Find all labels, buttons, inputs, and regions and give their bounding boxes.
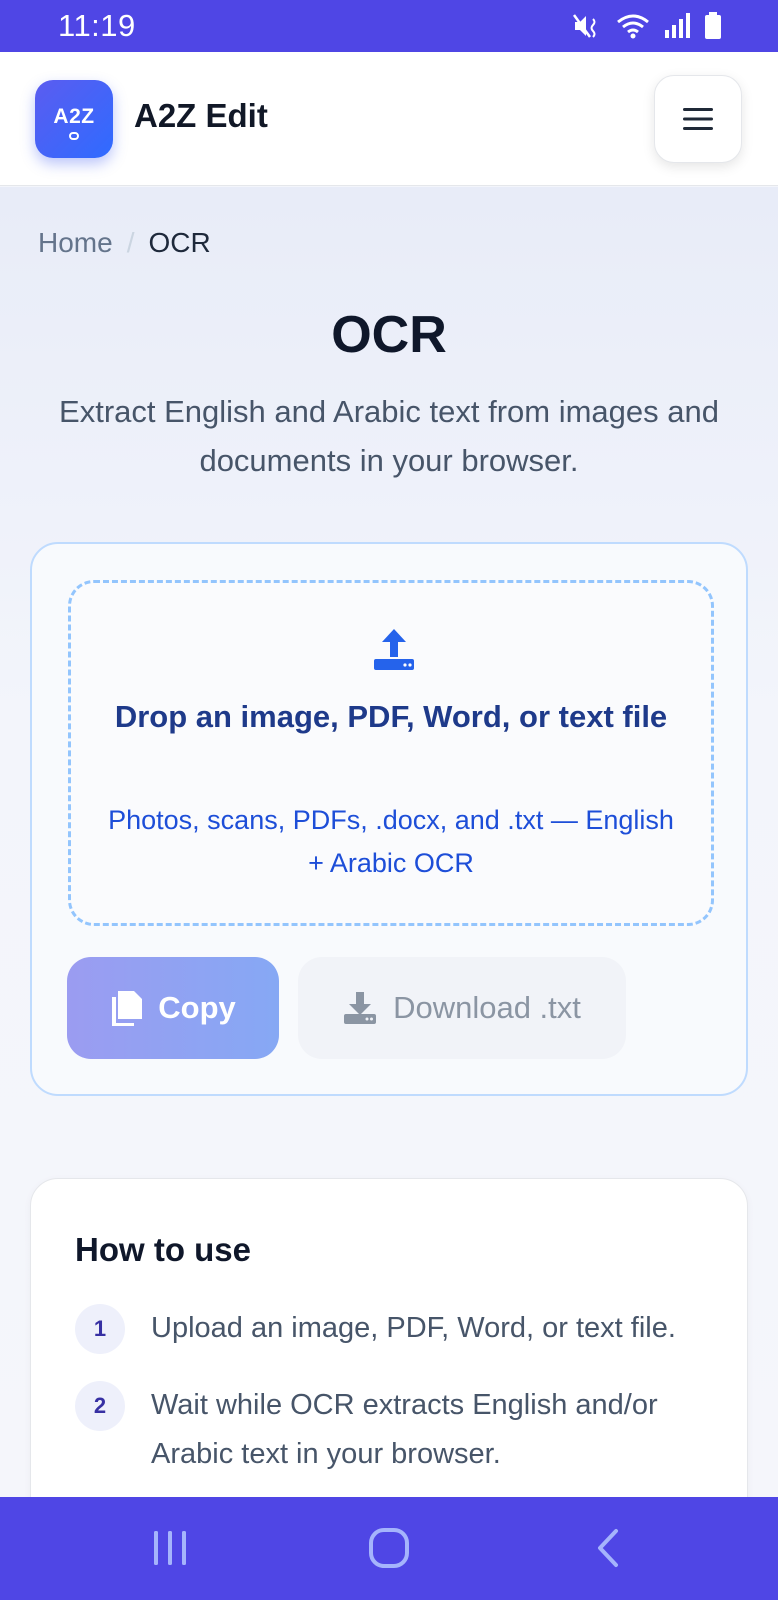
wifi-icon [617, 14, 649, 39]
step-number: 2 [75, 1381, 125, 1431]
hamburger-menu-icon [683, 108, 713, 130]
list-item: 1 Upload an image, PDF, Word, or text fi… [75, 1304, 715, 1364]
signal-icon [665, 13, 690, 38]
copy-button-label: Copy [158, 990, 236, 1025]
breadcrumb-home-link[interactable]: Home [38, 227, 113, 259]
dropzone-title: Drop an image, PDF, Word, or text file [114, 699, 668, 734]
copy-icon [112, 991, 143, 1026]
logo-mark-icon [69, 132, 79, 140]
mute-vibrate-icon [572, 14, 596, 38]
download-icon [344, 992, 377, 1024]
download-button-label: Download .txt [393, 990, 581, 1025]
page-content: Home / OCR OCR Extract English and Arabi… [0, 187, 778, 1578]
menu-button[interactable] [654, 75, 742, 163]
how-to-title: How to use [75, 1231, 252, 1268]
home-icon[interactable] [368, 1527, 410, 1569]
system-nav-bar [0, 1497, 778, 1600]
breadcrumb: Home / OCR [38, 227, 211, 259]
dropzone-hint: Photos, scans, PDFs, .docx, and .txt — E… [108, 805, 674, 878]
page-title: OCR [331, 306, 447, 364]
step-text: Wait while OCR extracts English and/or A… [151, 1389, 658, 1470]
ocr-tool-card: Drop an image, PDF, Word, or text file P… [30, 542, 748, 1096]
status-icons [572, 12, 722, 40]
download-txt-button[interactable]: Download .txt [298, 957, 626, 1059]
breadcrumb-current: OCR [148, 227, 211, 258]
app-header: A2Z A2Z Edit [0, 52, 778, 186]
breadcrumb-separator: / [126, 227, 135, 258]
copy-button[interactable]: Copy [67, 957, 279, 1059]
list-item: 2 Wait while OCR extracts English and/or… [75, 1381, 715, 1481]
app-title[interactable]: A2Z Edit [134, 97, 268, 135]
file-dropzone[interactable]: Drop an image, PDF, Word, or text file P… [68, 580, 714, 926]
recent-apps-icon[interactable] [150, 1527, 190, 1569]
status-bar: 11:19 [0, 0, 778, 52]
battery-icon [705, 12, 721, 39]
upload-icon [374, 629, 414, 670]
logo-text: A2Z [53, 105, 95, 128]
step-text: Upload an image, PDF, Word, or text file… [151, 1312, 676, 1344]
page-subtitle: Extract English and Arabic text from ima… [59, 394, 719, 478]
app-logo[interactable]: A2Z [35, 80, 113, 158]
back-icon[interactable] [592, 1527, 622, 1569]
status-time: 11:19 [58, 8, 136, 43]
step-number: 1 [75, 1304, 125, 1354]
